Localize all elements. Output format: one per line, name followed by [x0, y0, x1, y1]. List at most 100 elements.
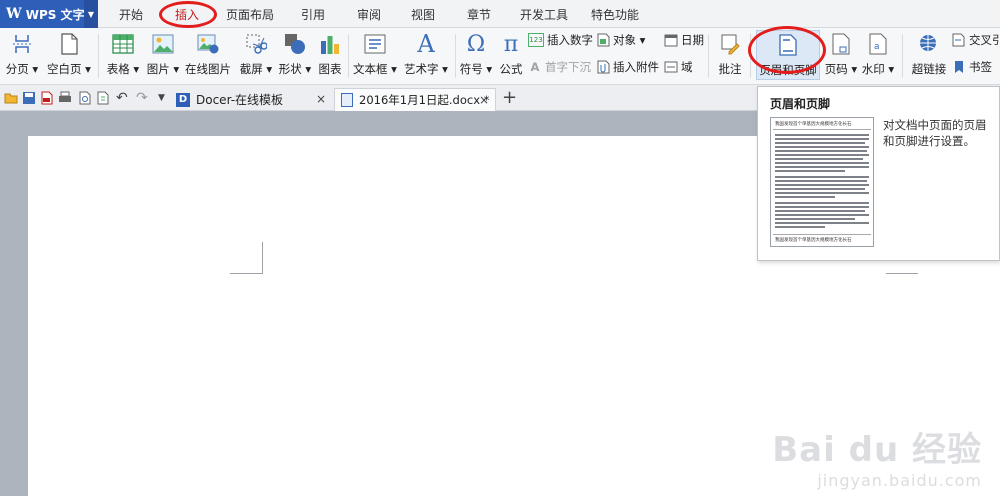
textbox-icon [363, 32, 387, 56]
print-preview-icon[interactable] [78, 91, 92, 105]
format-painter-icon[interactable] [96, 91, 110, 105]
doc-tab-label: Docer-在线模板 [196, 93, 284, 107]
tooltip-description: 对文档中页面的页眉和页脚进行设置。 [883, 118, 987, 148]
page-break-icon [10, 32, 34, 56]
hyperlink-button[interactable]: 超链接 [908, 30, 950, 80]
tooltip-title: 页眉和页脚 [770, 97, 831, 111]
cross-reference-icon [952, 33, 966, 47]
header-footer-button[interactable]: 页眉和页脚 [756, 30, 820, 80]
object-button[interactable]: 对象 ▾ [596, 31, 645, 49]
wordart-button[interactable]: A 艺术字 ▾ [402, 30, 450, 80]
online-picture-button[interactable]: 在线图片 [184, 30, 232, 80]
blank-page-label: 空白页 ▾ [47, 62, 91, 76]
comment-button[interactable]: 批注 [712, 30, 748, 80]
formula-button[interactable]: π 公式 [496, 30, 526, 80]
table-button[interactable]: 表格 ▾ [104, 30, 142, 80]
save-icon[interactable] [22, 91, 36, 105]
doc-tab-active-document[interactable]: 2016年1月1日起.docx * × [334, 88, 496, 111]
open-folder-icon[interactable] [4, 91, 18, 105]
globe-link-icon [917, 32, 941, 56]
tab-section[interactable]: 章节 [462, 6, 496, 24]
ribbon-separator [98, 34, 99, 78]
watermark-icon: a [866, 32, 890, 56]
tab-page-layout[interactable]: 页面布局 [222, 6, 278, 24]
pi-icon: π [503, 31, 519, 57]
page-number-label: 页码 ▾ [824, 62, 858, 76]
field-button[interactable]: 域 [664, 58, 693, 76]
textbox-button[interactable]: 文本框 ▾ [352, 30, 398, 80]
drop-cap-icon: A [530, 60, 540, 74]
page-break-button[interactable]: 分页 ▾ [4, 30, 40, 80]
bookmark-icon [952, 60, 966, 74]
ribbon-separator [348, 34, 349, 78]
cross-reference-label: 交叉引 [969, 33, 1000, 47]
object-label: 对象 ▾ [613, 33, 646, 47]
chevron-down-icon[interactable]: ▼ [84, 0, 98, 28]
page-number-button[interactable]: 页码 ▾ [824, 30, 858, 80]
redo-icon[interactable]: ↷ [136, 91, 150, 105]
tab-special-features[interactable]: 特色功能 [586, 6, 644, 24]
blank-page-button[interactable]: 空白页 ▾ [47, 30, 91, 80]
ribbon-separator [708, 34, 709, 78]
page-number-icon [829, 32, 853, 56]
undo-icon[interactable]: ↶ [116, 91, 130, 105]
attachment-label: 插入附件 [613, 60, 659, 74]
chart-button[interactable]: 图表 [315, 30, 345, 80]
tab-home[interactable]: 开始 [112, 6, 150, 24]
close-icon[interactable]: × [316, 92, 326, 106]
tab-insert[interactable]: 插入 [168, 6, 206, 24]
ribbon-separator [455, 34, 456, 78]
table-label: 表格 ▾ [106, 62, 140, 76]
close-icon[interactable]: × [479, 93, 489, 107]
screenshot-label: 截屏 ▾ [239, 62, 273, 76]
tab-review[interactable]: 审阅 [352, 6, 386, 24]
table-icon [111, 32, 135, 56]
doc-tab-docer[interactable]: D Docer-在线模板 × [170, 88, 332, 111]
header-footer-icon [776, 33, 800, 57]
header-footer-label: 页眉和页脚 [759, 63, 817, 77]
ribbon-toolbar: 分页 ▾ 空白页 ▾ 表格 ▾ 图片 ▾ 在线图片 截屏 ▾ 形状 ▾ 图表 文… [0, 26, 1000, 85]
tab-developer[interactable]: 开发工具 [515, 6, 573, 24]
shape-label: 形状 ▾ [278, 62, 312, 76]
number-123-icon: 123 [528, 33, 544, 47]
page-break-label: 分页 ▾ [5, 62, 39, 76]
docer-logo-icon: D [176, 92, 190, 107]
date-label: 日期 [681, 33, 704, 47]
blank-page-icon [57, 32, 81, 56]
object-icon [596, 33, 610, 47]
screenshot-button[interactable]: 截屏 ▾ [236, 30, 276, 80]
comment-label: 批注 [718, 62, 742, 76]
new-tab-button[interactable]: + [502, 87, 517, 108]
tab-view[interactable]: 视图 [406, 6, 440, 24]
drop-cap-button[interactable]: A 首字下沉 [528, 58, 591, 76]
print-icon[interactable] [58, 91, 72, 105]
symbol-label: 符号 ▾ [459, 62, 493, 76]
app-menu-button[interactable]: W WPS 文字 ▼ [0, 0, 98, 28]
ribbon-separator [902, 34, 903, 78]
watermark-button[interactable]: a 水印 ▾ [860, 30, 896, 80]
comment-icon [718, 32, 742, 56]
attachment-button[interactable]: 插入附件 [596, 58, 659, 76]
tab-references[interactable]: 引用 [296, 6, 330, 24]
picture-label: 图片 ▾ [146, 62, 180, 76]
hyperlink-label: 超链接 [911, 62, 947, 76]
bookmark-button[interactable]: 书签 [952, 58, 992, 76]
cross-reference-button[interactable]: 交叉引 [952, 31, 1000, 49]
picture-button[interactable]: 图片 ▾ [144, 30, 182, 80]
symbol-button[interactable]: Ω 符号 ▾ [458, 30, 494, 80]
omega-icon: Ω [466, 31, 486, 57]
ribbon-separator [750, 34, 751, 78]
online-picture-label: 在线图片 [185, 62, 231, 76]
online-picture-icon [196, 32, 220, 56]
app-name: WPS 文字 [25, 7, 85, 22]
shape-button[interactable]: 形状 ▾ [276, 30, 314, 80]
field-label: 域 [681, 60, 693, 74]
bar-chart-icon [318, 32, 342, 56]
shape-icon [283, 32, 307, 56]
export-pdf-icon[interactable] [40, 91, 54, 105]
insert-number-button[interactable]: 123 插入数字 [528, 31, 593, 49]
drop-cap-label: 首字下沉 [545, 60, 591, 74]
wps-logo-icon: W [6, 6, 22, 22]
date-button[interactable]: 日期 [664, 31, 704, 49]
scissors-icon [244, 32, 268, 56]
